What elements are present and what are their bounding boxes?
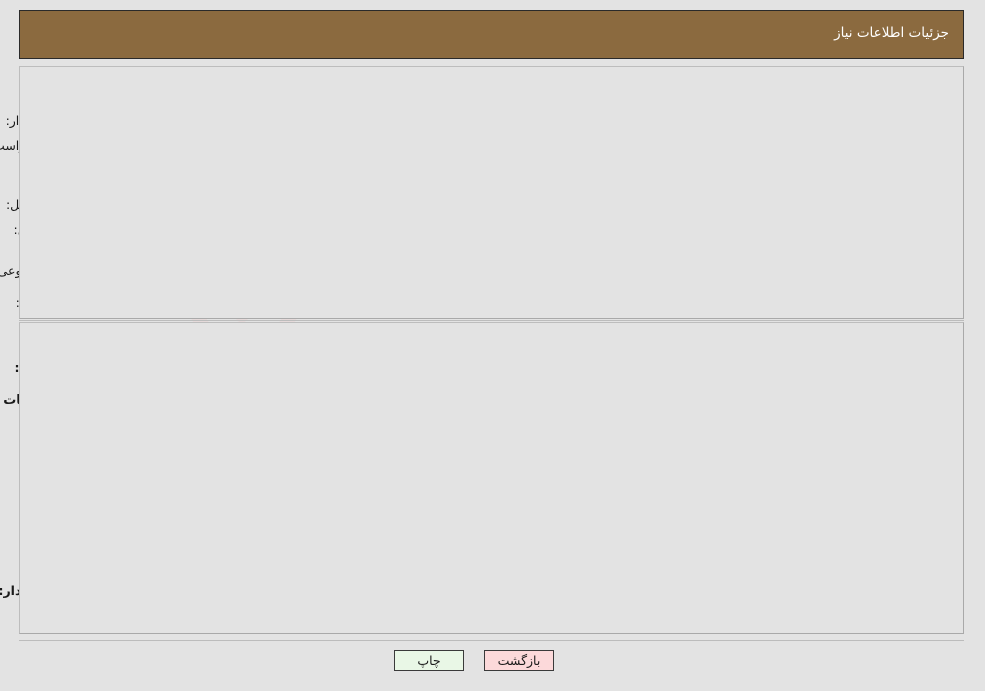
footer-divider: [20, 640, 965, 641]
page-title: جزئیات اطلاعات نیاز: [835, 25, 950, 41]
panel-divider: [20, 320, 965, 321]
page-header-bar: جزئیات اطلاعات نیاز: [20, 10, 965, 59]
print-button[interactable]: چاپ: [395, 650, 465, 671]
back-button[interactable]: بازگشت: [485, 650, 555, 671]
need-details-panel: [20, 322, 965, 634]
page-root: AnaTender.net جزئیات اطلاعات نیاز شماره …: [0, 0, 985, 691]
need-info-panel: [20, 66, 965, 319]
